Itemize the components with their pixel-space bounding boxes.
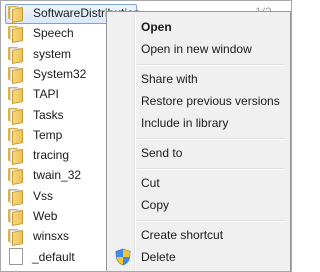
- folder-icon: [8, 188, 24, 206]
- file-name: winsxs: [33, 229, 70, 244]
- file-name: tracing: [33, 148, 70, 163]
- folder-icon: [8, 209, 24, 226]
- menu-item-restore-previous-versions[interactable]: Restore previous versions: [109, 90, 287, 112]
- menu-item-label: Open in new window: [141, 42, 252, 56]
- folder-icon: [8, 107, 24, 125]
- file-name: _default: [32, 249, 75, 264]
- file-name: twain_32: [33, 168, 82, 183]
- file-name: TAPI: [33, 87, 59, 102]
- file-name: Web: [33, 209, 58, 223]
- menu-item-label: Delete: [141, 250, 176, 264]
- menu-item-label: Include in library: [141, 116, 229, 130]
- menu-item-label: Open: [141, 20, 172, 34]
- folder-icon: [8, 168, 24, 186]
- menu-item-send-to[interactable]: Send to: [109, 142, 287, 164]
- menu-separator: [137, 220, 285, 222]
- context-menu: Open Open in new window Share with Resto…: [106, 11, 291, 271]
- file-name: Tasks: [33, 107, 64, 122]
- folder-icon: [8, 87, 24, 105]
- folder-icon: [8, 26, 24, 44]
- menu-item-label: Cut: [141, 176, 160, 190]
- menu-item-copy[interactable]: Copy: [109, 194, 287, 216]
- menu-item-share-with[interactable]: Share with: [109, 68, 287, 90]
- folder-icon: [8, 6, 24, 23]
- folder-icon: [8, 229, 24, 247]
- menu-item-create-shortcut[interactable]: Create shortcut: [109, 224, 287, 246]
- file-name: Vss: [33, 188, 54, 203]
- folder-icon: [8, 127, 24, 145]
- file-name: System32: [33, 66, 87, 81]
- menu-item-label: Share with: [141, 72, 198, 86]
- file-name: Speech: [33, 26, 74, 41]
- menu-separator: [137, 138, 285, 140]
- folder-icon: [8, 66, 24, 84]
- menu-item-open-new-window[interactable]: Open in new window: [109, 38, 287, 60]
- menu-item-delete[interactable]: Delete: [109, 246, 287, 268]
- menu-item-cut[interactable]: Cut: [109, 172, 287, 194]
- menu-item-label: Restore previous versions: [141, 94, 280, 108]
- shield-icon: [115, 248, 131, 266]
- file-icon: [9, 248, 23, 266]
- file-name: Temp: [33, 127, 63, 142]
- menu-separator: [137, 64, 285, 66]
- folder-icon: [8, 148, 24, 166]
- menu-separator: [137, 168, 285, 170]
- menu-item-label: Create shortcut: [141, 228, 224, 242]
- menu-item-label: Send to: [141, 146, 183, 160]
- menu-item-open[interactable]: Open: [109, 16, 287, 38]
- menu-item-include-in-library[interactable]: Include in library: [109, 112, 287, 134]
- explorer-window: SoftwareDistribution Speech system System32…: [0, 0, 292, 272]
- folder-icon: [8, 46, 24, 64]
- menu-item-label: Copy: [141, 198, 170, 212]
- file-name: system: [33, 46, 72, 61]
